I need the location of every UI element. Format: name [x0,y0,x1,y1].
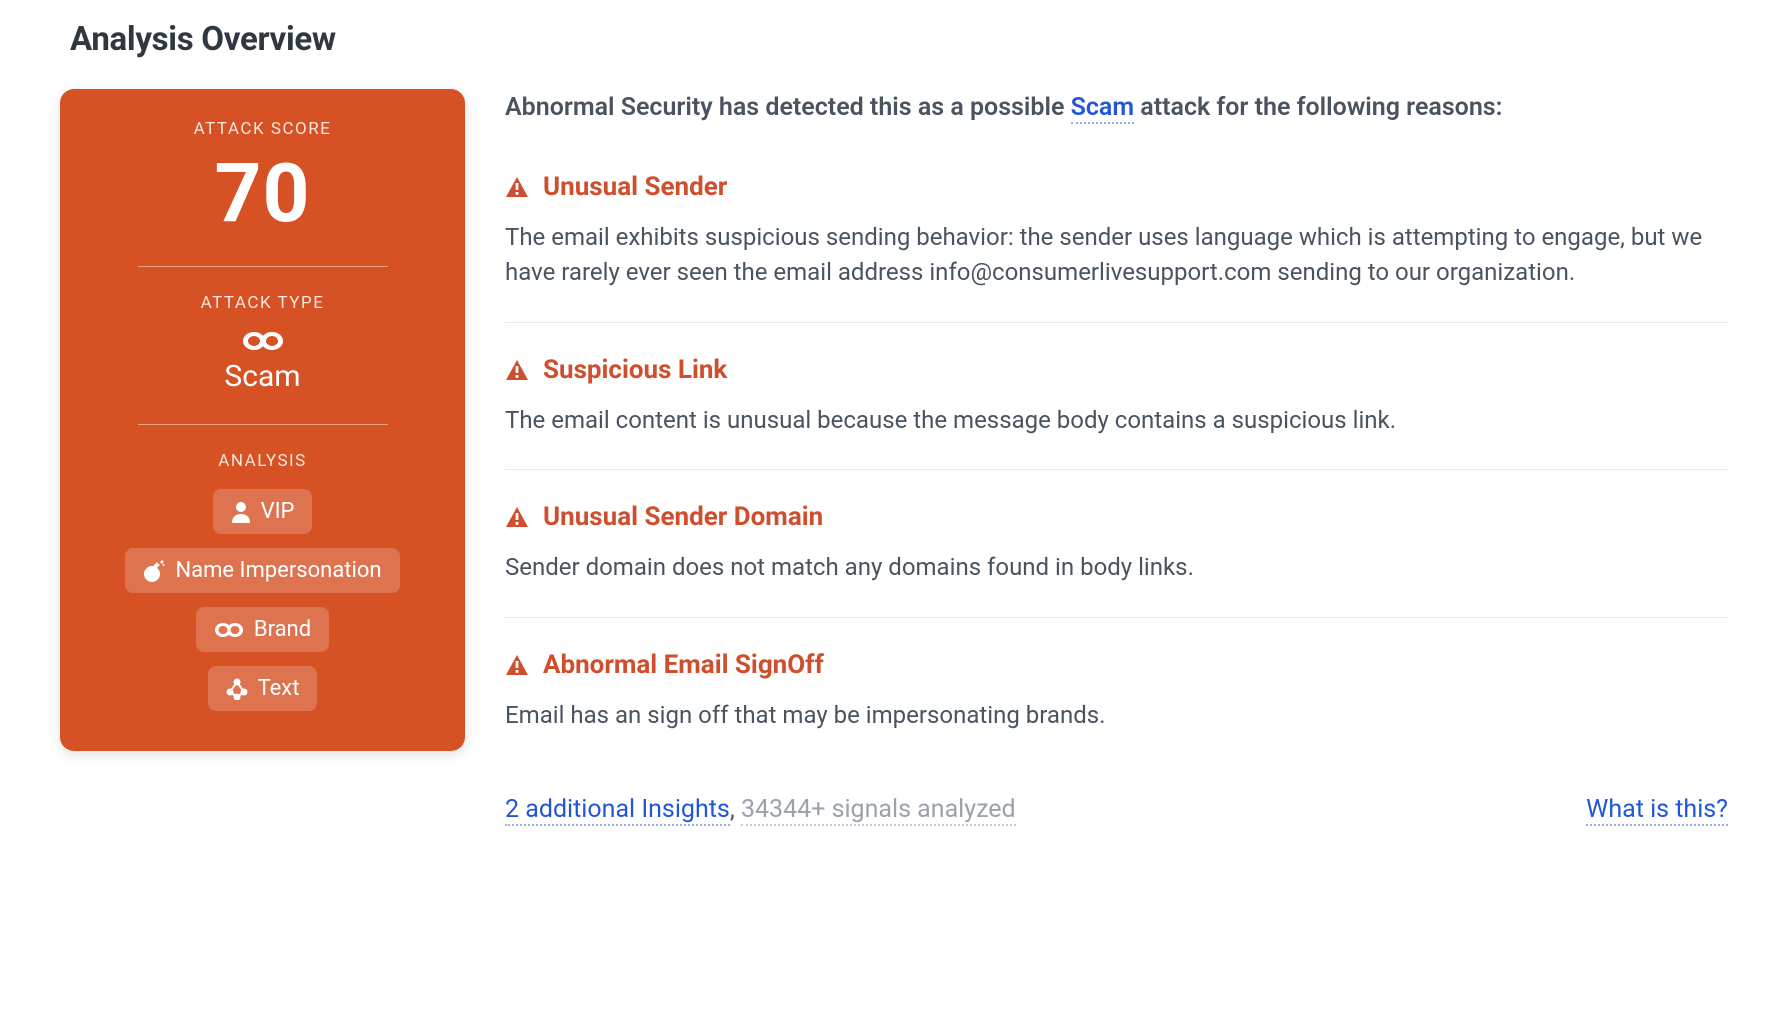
insight-item: Abnormal Email SignOff Email has an sign… [505,650,1728,765]
analysis-badge-list: VIP Name Impersonation [125,489,399,711]
intro-suffix: attack for the following reasons: [1134,93,1502,122]
warning-icon [505,176,529,198]
what-is-this-link[interactable]: What is this? [1586,795,1728,826]
intro-scam-link[interactable]: Scam [1071,93,1134,124]
page-title: Analysis Overview [60,20,1728,59]
bomb-icon [143,560,165,582]
insight-item: Unusual Sender Domain Sender domain does… [505,502,1728,618]
analysis-badge-vip[interactable]: VIP [213,489,313,534]
insight-title: Abnormal Email SignOff [543,650,824,680]
main-content: Abnormal Security has detected this as a… [505,89,1728,824]
footer-comma: , [730,795,741,824]
analysis-badge-text[interactable]: Text [208,666,318,711]
badge-label: VIP [261,499,295,524]
insight-item: Unusual Sender The email exhibits suspic… [505,172,1728,323]
insight-description: The email exhibits suspicious sending be… [505,220,1728,290]
person-icon [231,501,251,523]
insight-description: Email has an sign off that may be impers… [505,698,1728,733]
attack-score-card: ATTACK SCORE 70 ATTACK TYPE Scam ANALYSI… [60,89,465,751]
insight-title: Unusual Sender Domain [543,502,823,532]
attack-type-label: ATTACK TYPE [201,293,325,313]
analysis-label: ANALYSIS [218,451,307,471]
badge-label: Name Impersonation [175,558,381,583]
mask-icon [242,329,284,353]
warning-icon [505,654,529,676]
analysis-badge-brand[interactable]: Brand [196,607,329,652]
attack-score-label: ATTACK SCORE [194,119,332,139]
signals-analyzed-text: 34344+ signals analyzed [741,795,1016,826]
intro-text: Abnormal Security has detected this as a… [505,93,1728,122]
divider [138,266,388,267]
badge-label: Text [258,676,300,701]
insight-description: The email content is unusual because the… [505,403,1728,438]
mask-icon [214,621,244,639]
additional-insights-link[interactable]: 2 additional Insights [505,795,730,826]
intro-prefix: Abnormal Security has detected this as a… [505,93,1071,122]
badge-label: Brand [254,617,311,642]
divider [138,424,388,425]
warning-icon [505,359,529,381]
insight-description: Sender domain does not match any domains… [505,550,1728,585]
nodes-icon [226,678,248,700]
insights-footer: 2 additional Insights, 34344+ signals an… [505,795,1728,824]
analysis-badge-name-impersonation[interactable]: Name Impersonation [125,548,399,593]
attack-score-value: 70 [214,149,310,239]
insight-title: Suspicious Link [543,355,727,385]
warning-icon [505,506,529,528]
attack-type-value: Scam [224,359,300,394]
insight-item: Suspicious Link The email content is unu… [505,355,1728,471]
insight-title: Unusual Sender [543,172,727,202]
